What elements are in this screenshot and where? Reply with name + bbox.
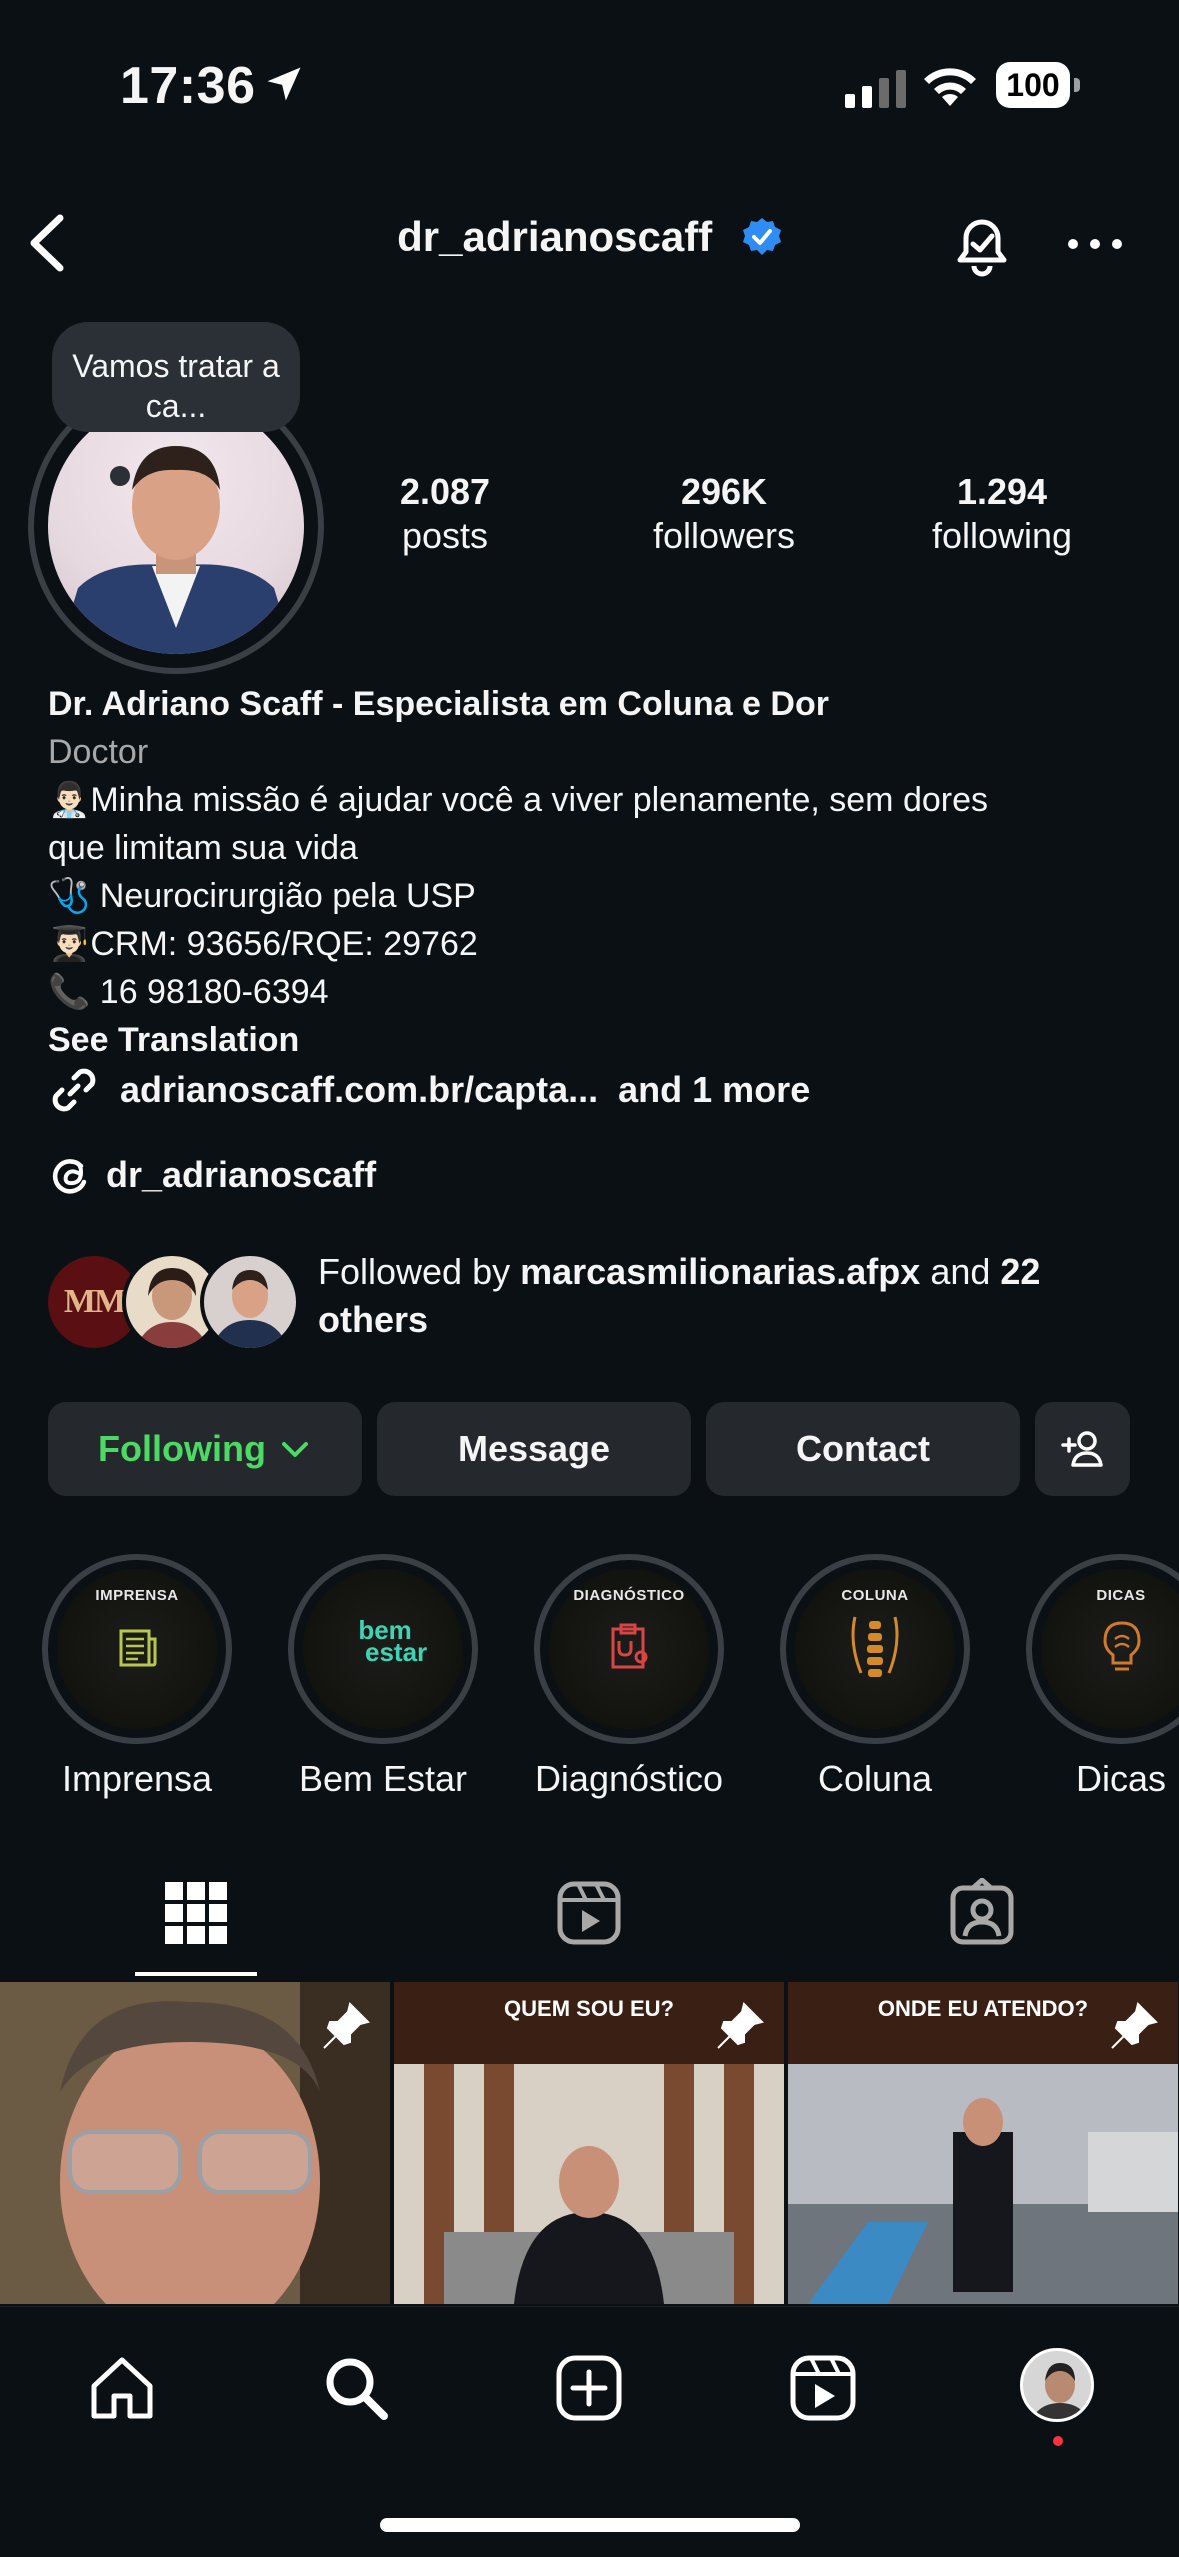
message-button-label: Message — [457, 1428, 611, 1469]
message-button[interactable]: Message — [377, 1402, 691, 1496]
battery-indicator: 100 — [996, 62, 1080, 110]
highlight-label: Coluna — [817, 1758, 933, 1799]
pinned-icon — [323, 2002, 370, 2049]
profile-note-bubble[interactable]: Vamos tratar a ca... — [52, 322, 300, 432]
verified-badge-icon — [742, 217, 781, 255]
profile-avatar[interactable] — [48, 398, 304, 654]
pinned-icon — [1111, 2002, 1158, 2049]
battery-level: 100 — [996, 62, 1070, 108]
followed-by-text[interactable]: Followed by marcasmilionarias.afpx and 2… — [318, 1248, 1138, 1344]
profile-category: Doctor — [48, 733, 149, 771]
grid-tab-icon[interactable] — [161, 1878, 231, 1948]
post-thumbnail[interactable]: QUEM SOU EU? — [394, 1982, 784, 2304]
bio-line: 🩺 Neurocirurgião pela USP — [48, 877, 476, 915]
stat-posts-label: posts — [401, 515, 489, 556]
newspaper-icon — [119, 1629, 157, 1667]
profile-tab-avatar[interactable] — [1020, 2348, 1094, 2422]
bio-line: 👨🏻‍🎓CRM: 93656/RQE: 29762 — [48, 925, 478, 963]
more-options-icon[interactable] — [1065, 222, 1125, 266]
bem-estar-logo-line2: estar — [365, 1637, 428, 1667]
spine-icon — [851, 1616, 899, 1677]
highlight-imprensa[interactable]: IMPRENSA Imprensa — [42, 1554, 232, 1800]
cellular-signal-icon — [845, 70, 906, 108]
clipboard-stethoscope-icon — [611, 1623, 648, 1669]
notification-bell-icon[interactable] — [946, 208, 1018, 280]
highlight-coluna[interactable]: COLUNA Coluna — [780, 1554, 970, 1800]
highlight-cover-title: IMPRENSA — [95, 1587, 179, 1604]
post-thumbnail[interactable]: ONDE EU ATENDO? — [788, 1982, 1178, 2304]
highlight-cover-title: DICAS — [1096, 1587, 1146, 1604]
followed-by-and: and — [920, 1251, 1001, 1292]
link-icon — [52, 1068, 96, 1112]
bio-line: 👨🏻‍⚕️Minha missão é ajudar você a viver … — [48, 781, 988, 819]
bio-line: 📞 16 98180-6394 — [48, 973, 329, 1011]
stat-followers[interactable]: 296K followers — [614, 470, 834, 558]
contact-button[interactable]: Contact — [706, 1402, 1020, 1496]
note-text: Vamos tratar a ca... — [72, 348, 280, 424]
search-icon[interactable] — [320, 2352, 392, 2424]
threads-badge[interactable]: dr_adrianoscaff — [48, 1152, 376, 1198]
create-post-icon[interactable] — [553, 2352, 625, 2424]
reels-tab-icon[interactable] — [554, 1878, 624, 1948]
username-text: dr_adrianoscaff — [397, 212, 713, 260]
reels-icon[interactable] — [787, 2352, 859, 2424]
stat-following-value: 1.294 — [956, 471, 1048, 512]
note-bubble-tail — [110, 466, 130, 486]
stat-posts[interactable]: 2.087 posts — [335, 470, 555, 558]
home-icon[interactable] — [86, 2352, 158, 2424]
followed-by-prefix: Followed by — [318, 1251, 521, 1292]
stat-following[interactable]: 1.294 following — [892, 470, 1112, 558]
threads-icon — [52, 1159, 87, 1194]
mutual-followers-avatars[interactable]: MM — [44, 1252, 304, 1352]
following-button-label: Following — [98, 1428, 266, 1469]
location-arrow-icon — [267, 67, 301, 101]
bio-link-text[interactable]: adrianoscaff.com.br/capta... — [120, 1069, 598, 1111]
status-time: 17:36 — [120, 57, 256, 115]
bio-line: que limitam sua vida — [48, 829, 358, 867]
add-person-icon — [1060, 1431, 1103, 1467]
lightbulb-brain-icon — [1103, 1621, 1141, 1671]
highlight-label: Dicas — [1075, 1758, 1167, 1799]
bio-link-row[interactable]: adrianoscaff.com.br/capta... and 1 more — [48, 1064, 810, 1116]
highlight-dicas[interactable]: DICAS Dicas — [1026, 1554, 1179, 1800]
notification-dot — [1053, 2436, 1063, 2446]
highlight-label: Diagnóstico — [534, 1758, 724, 1799]
pinned-icon — [717, 2002, 764, 2049]
profile-photo-illustration — [58, 446, 294, 654]
wifi-icon — [924, 68, 976, 106]
chevron-down-icon — [281, 1442, 308, 1457]
highlight-cover-title: DIAGNÓSTICO — [573, 1587, 685, 1604]
highlight-label: Bem Estar — [298, 1758, 468, 1799]
highlight-cover-title: COLUNA — [841, 1587, 909, 1604]
see-translation-link[interactable]: See Translation — [48, 1016, 1148, 1064]
contact-button-label: Contact — [796, 1428, 930, 1469]
highlight-bem-estar[interactable]: bem estar Bem Estar — [288, 1554, 478, 1800]
mutual-follower-avatar — [200, 1252, 300, 1352]
active-tab-indicator — [135, 1972, 257, 1976]
bio-link-more[interactable]: and 1 more — [618, 1069, 810, 1111]
post-thumbnail[interactable] — [0, 1982, 390, 2304]
highlight-label: Imprensa — [61, 1758, 213, 1799]
stat-followers-label: followers — [652, 515, 796, 556]
bem-estar-logo: bem estar — [343, 1617, 427, 1665]
highlight-diagnostico[interactable]: DIAGNÓSTICO Diagnóstico — [534, 1554, 724, 1800]
followed-by-user[interactable]: marcasmilionarias.afpx — [520, 1251, 920, 1292]
following-button[interactable]: Following — [48, 1402, 362, 1496]
suggested-people-button[interactable] — [1035, 1402, 1130, 1496]
home-indicator — [380, 2518, 800, 2532]
stat-posts-value: 2.087 — [399, 471, 491, 512]
threads-handle[interactable]: dr_adrianoscaff — [106, 1154, 376, 1196]
stat-followers-value: 296K — [680, 471, 768, 512]
tagged-tab-icon[interactable] — [947, 1878, 1017, 1948]
profile-display-name: Dr. Adriano Scaff - Especialista em Colu… — [48, 685, 829, 723]
stat-following-label: following — [931, 515, 1073, 556]
